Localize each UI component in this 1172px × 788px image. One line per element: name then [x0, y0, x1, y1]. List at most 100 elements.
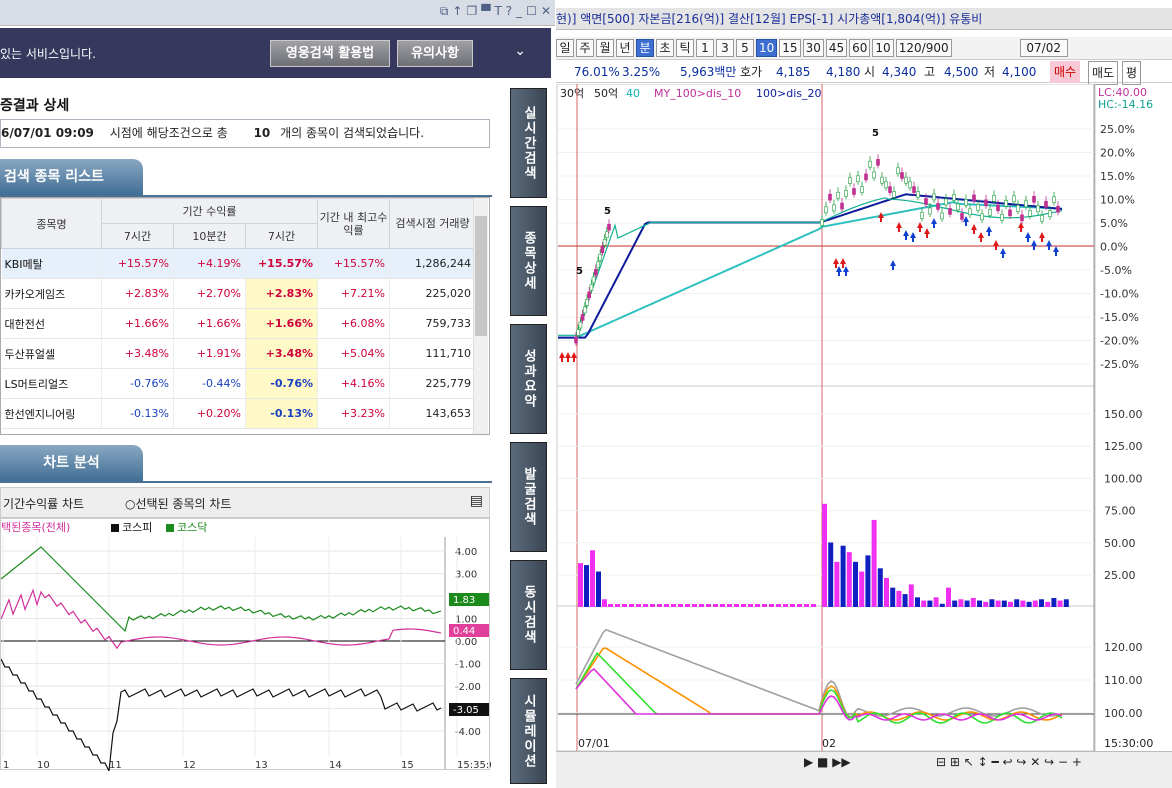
table-row[interactable]: KBI메탈 +15.57% +4.19% +15.57% +15.57% 1,286,24…: [1, 248, 476, 279]
candle-body: [1024, 200, 1028, 208]
vtab-2[interactable]: 성과요약: [510, 324, 547, 434]
toolbar-btn-2[interactable]: 월: [596, 39, 614, 57]
dock-icon[interactable]: ▀: [481, 4, 490, 19]
col-max-return[interactable]: 기간 내 최고수익률: [317, 198, 390, 249]
value-badge-text: -3.05: [453, 705, 479, 716]
toolbar-btn-5[interactable]: 초: [656, 39, 674, 57]
candle-body: [980, 213, 984, 221]
col-period-return: 기간 수익률: [101, 198, 318, 224]
stock-chart-panel: 현)] 액면[500] 자본금[216(억)] 결산[12월] EPS[-1] …: [556, 0, 1172, 788]
toolbar-btn-9[interactable]: 5: [736, 39, 754, 57]
toolbar-btn-10[interactable]: 10: [756, 39, 778, 57]
toolbar-btn-16[interactable]: 120/900: [895, 39, 952, 57]
toolbar-btn-15[interactable]: 10: [872, 39, 894, 57]
scroll-controls[interactable]: ▶ ■ ▶▶: [804, 755, 851, 769]
return-chart: 택된종목(전체)코스피코스닥4.003.002.001.000.00-1.00-…: [0, 518, 502, 774]
chart-tab[interactable]: 차트 분석: [0, 445, 143, 482]
table-row[interactable]: 카카오게임즈 +2.83% +2.70% +2.83% +7.21% 225,020: [1, 278, 476, 309]
volume-bar: [727, 604, 732, 607]
toolbar-btn-13[interactable]: 45: [825, 39, 848, 57]
toolbar-btn-7[interactable]: 1: [696, 39, 714, 57]
table-row[interactable]: 한선엔지니어링 -0.13% +0.20% -0.13% +3.23% 143,653: [1, 398, 476, 429]
col-name[interactable]: 종목명: [1, 198, 102, 249]
volume-bar: [1063, 599, 1069, 607]
quote-item-1: 3.25%: [622, 65, 661, 79]
toolbar-btn-14[interactable]: 60: [849, 39, 871, 57]
vtab-1[interactable]: 종목상세: [510, 206, 547, 316]
vtab-0[interactable]: 실시간검색: [510, 88, 547, 198]
volume-bar: [927, 600, 933, 607]
volume-tick: 125.00: [1104, 440, 1143, 453]
close-icon[interactable]: ✕: [541, 4, 551, 19]
toolbar-btn-0[interactable]: 일: [556, 39, 574, 57]
radio-selected-label[interactable]: ○선택된 종목의 차트: [125, 495, 231, 512]
cell-b: -0.44%: [173, 368, 246, 399]
table-row[interactable]: 두산퓨얼셀 +3.48% +1.91% +3.48% +5.04% 111,710: [1, 338, 476, 369]
toolbar-btn-11[interactable]: 15: [779, 39, 801, 57]
volume-bar: [995, 600, 1001, 607]
candle-body: [1048, 210, 1052, 218]
candle-body: [928, 207, 932, 215]
pin-icon[interactable]: ↑: [452, 4, 462, 19]
cell-c: +2.83%: [245, 278, 318, 309]
toolbar-btn-6[interactable]: 틱: [676, 39, 694, 57]
candle-body: [1008, 209, 1012, 217]
cell-name: KBI메탈: [1, 248, 102, 279]
quote-item-7: 4,340: [882, 65, 917, 79]
howto-button[interactable]: 영웅검색 활용법: [270, 40, 390, 67]
font-icon[interactable]: T: [494, 4, 501, 19]
col-7h[interactable]: 7시간: [101, 223, 174, 249]
indicator-tick: 100.00: [1104, 707, 1143, 720]
candle-body: [860, 186, 864, 193]
table-row[interactable]: 대한전선 +1.66% +1.66% +1.66% +6.08% 759,733: [1, 308, 476, 339]
volume-bar: [741, 604, 746, 607]
col-volume[interactable]: 검색시점 거래량: [389, 198, 476, 249]
table-row[interactable]: LS머트리얼즈 -0.76% -0.44% -0.76% +4.16% 225,779: [1, 368, 476, 399]
vtab-5[interactable]: 시뮬레이션: [510, 678, 547, 784]
chart-legend: 100>dis_20: [756, 87, 821, 100]
list-tab[interactable]: 검색 종목 리스트: [0, 159, 143, 196]
quote-item-5: 4,180: [826, 65, 861, 79]
volume-bar: [720, 604, 725, 607]
candle-body: [598, 253, 603, 261]
candle-body: [1004, 200, 1008, 207]
restore-icon[interactable]: ❐: [466, 4, 477, 19]
toolbar-btn-17[interactable]: 07/02: [1019, 39, 1068, 57]
col-10m[interactable]: 10분간: [173, 223, 246, 249]
volume-bar: [1001, 600, 1007, 607]
toolbar-btn-12[interactable]: 30: [802, 39, 824, 57]
toolbar-btn-1[interactable]: 주: [576, 39, 594, 57]
toolbar-btn-3[interactable]: 년: [616, 39, 634, 57]
radio-period-return[interactable]: 기간수익률 차트: [3, 495, 84, 512]
vtab-4[interactable]: 동시검색: [510, 560, 547, 670]
candle-body: [604, 231, 609, 239]
candle-body: [896, 167, 900, 175]
col-7h-b[interactable]: 7시간: [245, 223, 318, 249]
list-icon[interactable]: ▤: [470, 493, 483, 509]
cell-c: +15.57%: [245, 248, 318, 279]
notes-button[interactable]: 유의사항: [397, 40, 473, 67]
minimize-icon[interactable]: _: [516, 4, 522, 19]
vtab-3[interactable]: 발굴검색: [510, 442, 547, 552]
volume-bar: [804, 604, 809, 607]
quote-item-13[interactable]: 매도: [1088, 61, 1119, 85]
maximize-icon[interactable]: ☐: [526, 4, 537, 19]
candle-body: [940, 212, 944, 220]
candle-body: [872, 171, 876, 179]
candle-body: [1052, 196, 1056, 204]
toolbar-btn-4[interactable]: 분: [636, 39, 654, 57]
help-icon[interactable]: ?: [506, 4, 512, 19]
toolbar-btn-8[interactable]: 3: [716, 39, 734, 57]
price-tick: 25.0%: [1100, 123, 1135, 136]
return-chart-svg: 택된종목(전체)코스피코스닥4.003.002.001.000.00-1.00-…: [0, 521, 502, 774]
cell-a: +1.66%: [101, 308, 174, 339]
link-icon[interactable]: ⧉: [440, 4, 449, 19]
info-time: 6/07/01 09:09: [1, 126, 94, 140]
chevron-down-icon[interactable]: ⌄: [514, 43, 526, 59]
quote-item-12[interactable]: 매수: [1050, 61, 1081, 83]
candle-body: [1000, 214, 1004, 221]
zoom-tools[interactable]: ⊟ ⊞ ↖ ↕ ━ ↩ ↪ ✕ ↪ − +: [936, 755, 1082, 769]
quote-item-14[interactable]: 평: [1122, 61, 1142, 85]
volume-bar: [865, 555, 871, 607]
grid-scrollbar[interactable]: [473, 198, 488, 434]
